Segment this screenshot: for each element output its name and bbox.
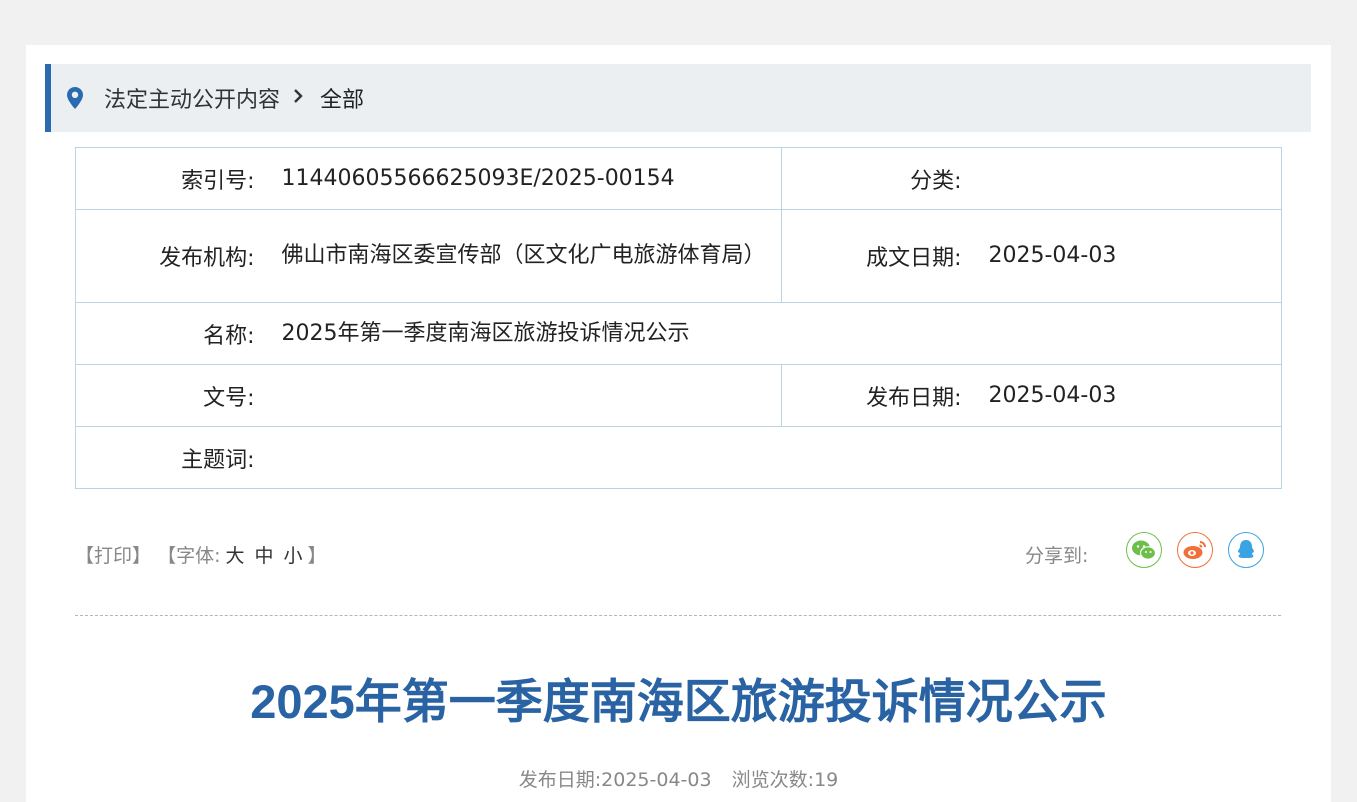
breadcrumb-current[interactable]: 全部 xyxy=(320,82,364,114)
content-panel: 法定主动公开内容 全部 索引号: 11440605566625093E/2025… xyxy=(26,45,1331,802)
name-value: 2025年第一季度南海区旅游投诉情况公示 xyxy=(281,302,1282,365)
share-label: 分享到: xyxy=(1025,545,1089,567)
font-size-prefix: 【字体: xyxy=(157,545,221,567)
table-row: 发布机构: 佛山市南海区委宣传部（区文化广电旅游体育局） 成文日期: 2025-… xyxy=(75,209,1282,303)
category-value xyxy=(988,147,1282,210)
document-metadata-table: 索引号: 11440605566625093E/2025-00154 分类: 发… xyxy=(75,147,1282,489)
table-row: 索引号: 11440605566625093E/2025-00154 分类: xyxy=(75,147,1282,210)
font-medium-button[interactable]: 中 xyxy=(254,545,273,567)
location-pin-icon xyxy=(64,85,86,111)
breadcrumb-section-link[interactable]: 法定主动公开内容 xyxy=(104,82,280,114)
chevron-right-icon xyxy=(292,86,304,111)
font-large-button[interactable]: 大 xyxy=(225,545,244,567)
qq-icon[interactable] xyxy=(1228,532,1264,568)
view-count-label: 浏览次数: xyxy=(731,769,815,791)
table-row: 主题词: xyxy=(75,426,1282,489)
doc-number-value xyxy=(281,364,782,427)
table-row: 名称: 2025年第一季度南海区旅游投诉情况公示 xyxy=(75,302,1282,365)
font-small-button[interactable]: 小 xyxy=(284,545,303,567)
article-tools: 【打印】 【字体: 大中小】 xyxy=(75,541,327,568)
name-label: 名称: xyxy=(75,302,282,365)
publish-date-label: 发布日期: xyxy=(518,769,602,791)
print-button[interactable]: 【打印】 xyxy=(75,545,151,567)
keywords-value xyxy=(281,426,1282,489)
category-label: 分类: xyxy=(781,147,989,210)
index-value: 11440605566625093E/2025-00154 xyxy=(281,147,782,210)
publisher-value: 佛山市南海区委宣传部（区文化广电旅游体育局） xyxy=(281,209,782,303)
written-date-value: 2025-04-03 xyxy=(988,209,1282,303)
wechat-icon[interactable] xyxy=(1126,532,1162,568)
index-label: 索引号: xyxy=(75,147,282,210)
article-title: 2025年第一季度南海区旅游投诉情况公示 xyxy=(250,675,1107,728)
publish-date-value: 2025-04-03 xyxy=(988,364,1282,427)
font-size-suffix: 】 xyxy=(307,545,327,567)
article-publish-info: 发布日期:2025-04-03 浏览次数:19 xyxy=(26,765,1331,792)
written-date-label: 成文日期: xyxy=(781,209,989,303)
view-count-value: 19 xyxy=(814,769,839,791)
weibo-icon[interactable] xyxy=(1177,532,1213,568)
publisher-label: 发布机构: xyxy=(75,209,282,303)
breadcrumb: 法定主动公开内容 全部 xyxy=(45,64,1311,132)
keywords-label: 主题词: xyxy=(75,426,282,489)
doc-number-label: 文号: xyxy=(75,364,282,427)
publish-date-value: 2025-04-03 xyxy=(601,769,712,791)
publish-date-label: 发布日期: xyxy=(781,364,989,427)
table-row: 文号: 发布日期: 2025-04-03 xyxy=(75,364,1282,427)
divider xyxy=(75,615,1281,616)
